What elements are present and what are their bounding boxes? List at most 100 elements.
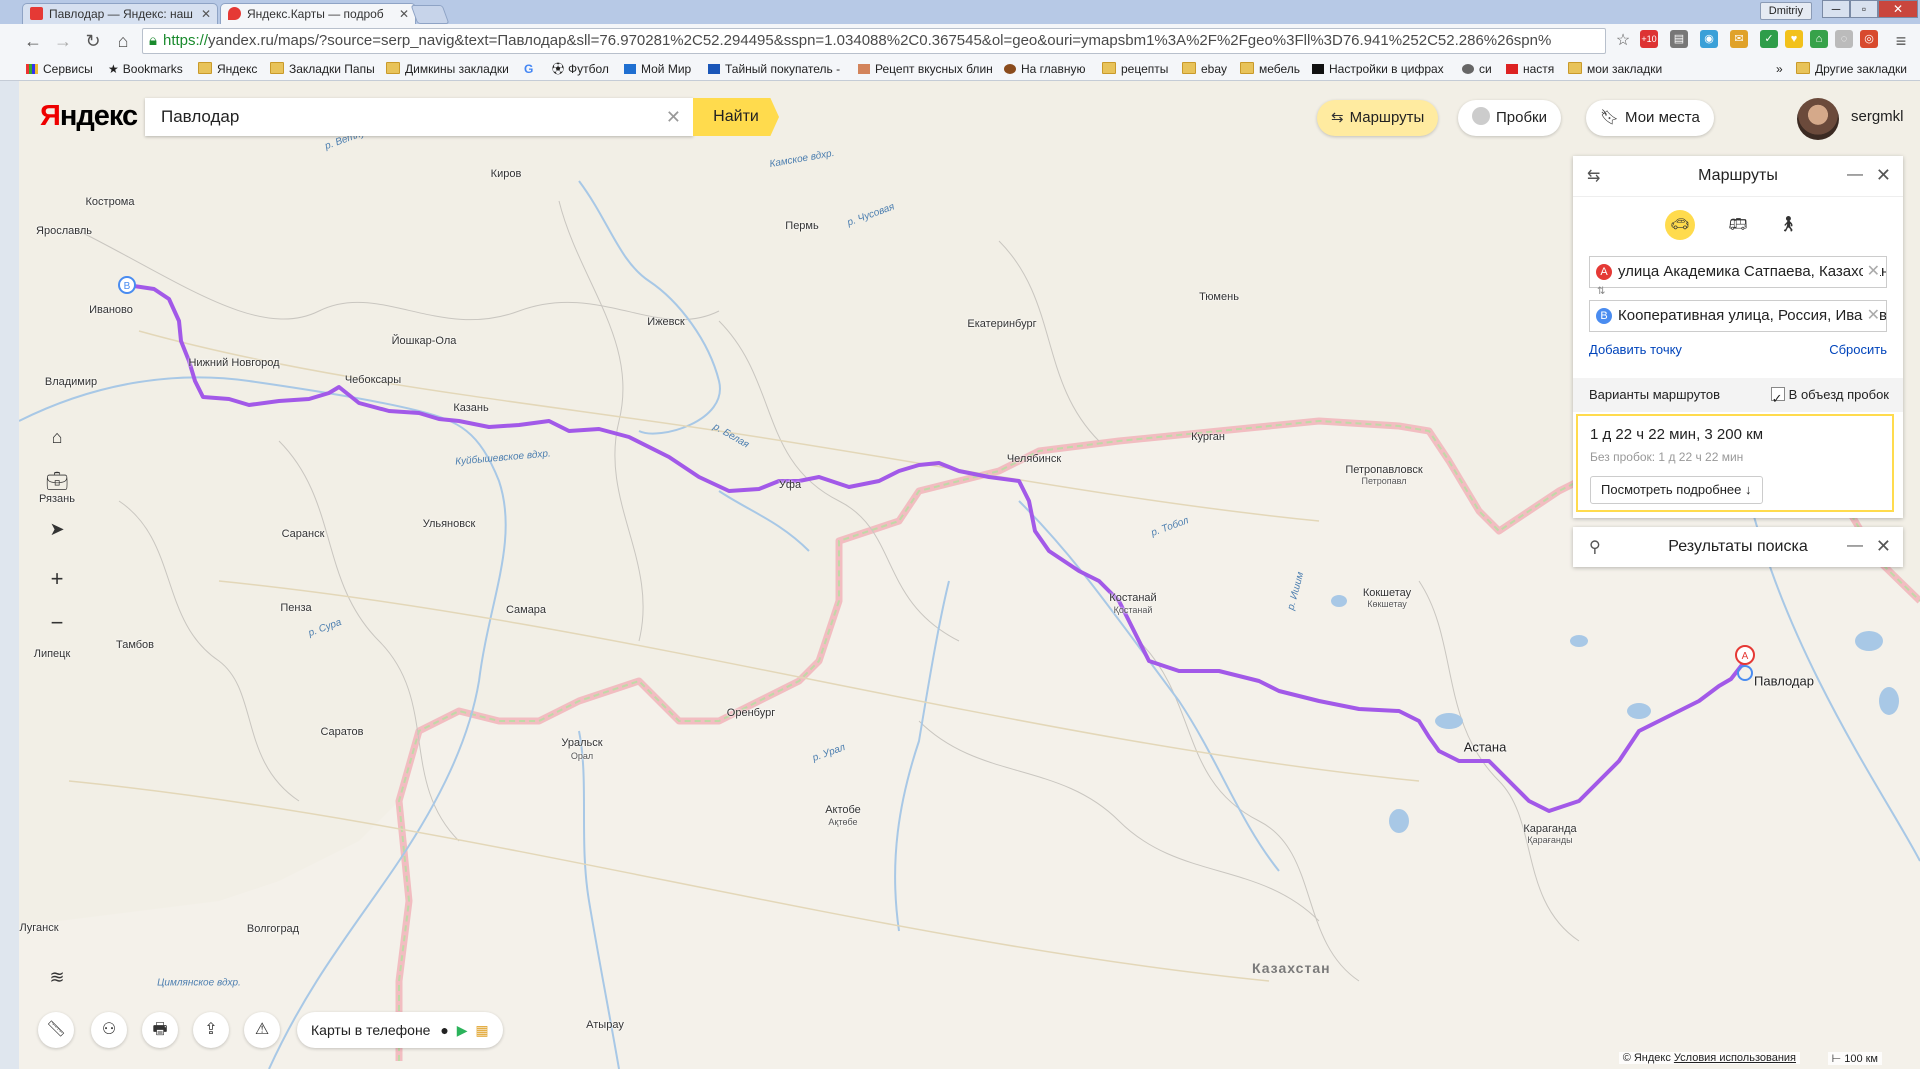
city-label: Оренбург bbox=[726, 707, 776, 719]
menu-icon[interactable]: ≡ bbox=[1890, 30, 1912, 52]
clear-icon[interactable]: ✕ bbox=[1862, 301, 1880, 331]
folder-icon bbox=[270, 62, 284, 74]
my-places-button[interactable]: 🔖︎ Мои места bbox=[1586, 100, 1714, 136]
home-icon[interactable]: ⌂ bbox=[42, 422, 72, 452]
point-a-field[interactable]: Aулица Академика Сатпаева, Казахстан ✕ bbox=[1589, 256, 1887, 288]
bookmarks-overflow-icon[interactable]: » bbox=[1776, 61, 1783, 77]
locate-me-icon[interactable]: ➤ bbox=[42, 514, 72, 544]
yandex-logo[interactable]: Яндекс bbox=[40, 100, 138, 133]
mobile-apps-button[interactable]: Карты в телефоне ● ▶ ▦ bbox=[297, 1012, 503, 1048]
warning-icon[interactable]: ⚠ bbox=[244, 1012, 280, 1048]
close-window-button[interactable]: ✕ bbox=[1878, 0, 1918, 18]
bookmark-item[interactable]: Сервисы bbox=[26, 61, 93, 77]
close-tab-icon[interactable]: ✕ bbox=[201, 4, 211, 24]
bookmark-folder[interactable]: мои закладки bbox=[1568, 61, 1662, 77]
bookmark-item[interactable]: Мой Мир bbox=[624, 61, 691, 77]
bookmark-item[interactable]: На главную bbox=[1004, 61, 1085, 77]
bookmark-folder[interactable]: Закладки Папы bbox=[270, 61, 375, 77]
find-button[interactable]: Найти bbox=[693, 98, 779, 136]
share-icon[interactable]: ⇪ bbox=[193, 1012, 229, 1048]
address-bar[interactable]: 🔒︎ https://yandex.ru/maps/?source=serp_na… bbox=[142, 28, 1606, 54]
point-a-value: улица Академика Сатпаева, Казахстан bbox=[1618, 263, 1887, 280]
bookmark-folder[interactable]: Другие закладки bbox=[1796, 61, 1907, 77]
city-label: Луганск bbox=[19, 922, 59, 934]
clear-icon[interactable]: ✕ bbox=[666, 98, 681, 136]
city-label: Пенза bbox=[280, 602, 312, 614]
username[interactable]: sergmkl bbox=[1851, 108, 1904, 125]
close-icon[interactable]: ✕ bbox=[1876, 527, 1891, 565]
layers-icon[interactable]: ≋ bbox=[42, 962, 72, 992]
search-input[interactable]: Павлодар ✕ bbox=[145, 98, 693, 136]
reload-icon[interactable]: ↻ bbox=[82, 30, 104, 52]
minimize-icon[interactable]: — bbox=[1847, 156, 1863, 194]
extension-icon[interactable]: ◎ bbox=[1860, 30, 1878, 48]
bookmark-folder[interactable]: рецепты bbox=[1102, 61, 1168, 77]
bookmark-item[interactable]: Настройки в цифрах bbox=[1312, 61, 1444, 77]
marker-b[interactable]: B bbox=[118, 276, 136, 294]
traffic-button[interactable]: Пробки bbox=[1458, 100, 1561, 136]
print-icon[interactable]: 🖶 bbox=[142, 1012, 178, 1048]
point-b-field[interactable]: B Кооперативная улица, Россия, Иваново ✕ bbox=[1589, 300, 1887, 332]
ruler-icon[interactable]: 📏︎ bbox=[38, 1012, 74, 1048]
home-icon[interactable]: ⌂ bbox=[112, 30, 134, 52]
bookmark-item[interactable]: G bbox=[524, 61, 537, 77]
details-button[interactable]: Посмотреть подробнее ↓ bbox=[1590, 476, 1763, 504]
bookmark-item[interactable]: ⚽︎ Футбол bbox=[552, 61, 609, 77]
folder-icon bbox=[1568, 62, 1582, 74]
car-icon[interactable]: 🚗︎ bbox=[1665, 210, 1695, 240]
bookmark-folder[interactable]: Яндекс bbox=[198, 61, 257, 77]
folder-icon bbox=[1182, 62, 1196, 74]
home-site-icon bbox=[1004, 64, 1016, 74]
panorama-icon[interactable]: ⚇ bbox=[91, 1012, 127, 1048]
restore-window-button[interactable]: ▫ bbox=[1850, 0, 1878, 18]
extension-icon[interactable]: ◌ bbox=[1835, 30, 1853, 48]
bookmark-item[interactable]: настя bbox=[1506, 61, 1554, 77]
bookmark-folder[interactable]: мебель bbox=[1240, 61, 1300, 77]
route-variant-card[interactable]: 1 д 22 ч 22 мин, 3 200 км Без пробок: 1 … bbox=[1576, 414, 1894, 512]
profile-chip[interactable]: Dmitriy bbox=[1759, 2, 1812, 20]
extension-icon[interactable]: ⌂ bbox=[1810, 30, 1828, 48]
zoom-in-button[interactable]: + bbox=[42, 564, 72, 594]
avoid-traffic-checkbox[interactable]: В объезд пробок bbox=[1770, 378, 1889, 416]
city-label: Иваново bbox=[89, 304, 133, 316]
extension-icon[interactable]: ♥ bbox=[1785, 30, 1803, 48]
bookmark-item[interactable]: си bbox=[1462, 61, 1492, 77]
bookmark-star-icon[interactable]: ☆ bbox=[1612, 30, 1634, 52]
back-icon[interactable]: ← bbox=[22, 30, 44, 52]
reset-link[interactable]: Сбросить bbox=[1829, 342, 1887, 357]
bookmark-folder[interactable]: Димкины закладки bbox=[386, 61, 509, 77]
clear-icon[interactable]: ✕ bbox=[1862, 257, 1880, 287]
tab-yandex-maps[interactable]: Яндекс.Карты — подроб ✕ bbox=[220, 3, 416, 24]
svg-text:B: B bbox=[124, 281, 131, 292]
add-point-link[interactable]: Добавить точку bbox=[1589, 342, 1682, 357]
shield-icon[interactable]: ✓ bbox=[1760, 30, 1778, 48]
city-label: Уральск bbox=[561, 737, 603, 749]
briefcase-icon[interactable]: 💼︎ bbox=[42, 466, 72, 496]
avatar[interactable] bbox=[1797, 98, 1839, 140]
close-tab-icon[interactable]: ✕ bbox=[399, 4, 409, 24]
extension-icon[interactable]: ▤ bbox=[1670, 30, 1688, 48]
extension-icon[interactable]: ✉ bbox=[1730, 30, 1748, 48]
bookmark-item[interactable]: Тайный покупатель - bbox=[708, 61, 840, 77]
zoom-out-button[interactable]: − bbox=[42, 608, 72, 638]
extension-badge[interactable]: +10 bbox=[1640, 30, 1658, 48]
minimize-icon[interactable]: — bbox=[1847, 527, 1863, 565]
swap-icon[interactable]: ⇅ bbox=[1597, 286, 1605, 297]
routes-button[interactable]: ⇆ Маршруты bbox=[1317, 100, 1439, 136]
bus-icon[interactable]: 🚌︎ bbox=[1723, 210, 1753, 240]
close-icon[interactable]: ✕ bbox=[1876, 156, 1891, 194]
route-variants-bar: Варианты маршрутов В объезд пробок bbox=[1573, 378, 1903, 416]
tab-pavlodar-search[interactable]: Павлодар — Яндекс: наш ✕ bbox=[22, 3, 218, 24]
city-label: Ярославль bbox=[36, 225, 92, 237]
bookmark-item[interactable]: Рецепт вкусных блин bbox=[858, 61, 993, 77]
new-tab-button[interactable] bbox=[410, 5, 450, 24]
forward-icon[interactable]: → bbox=[52, 30, 74, 52]
bookmark-item[interactable]: ★ Bookmarks bbox=[108, 61, 183, 77]
walk-icon[interactable]: 🚶︎ bbox=[1773, 210, 1803, 240]
minimize-window-button[interactable]: ─ bbox=[1822, 0, 1850, 18]
terms-link[interactable]: Условия использования bbox=[1674, 1052, 1796, 1064]
city-label: Караганда bbox=[1523, 823, 1577, 835]
bookmark-folder[interactable]: ebay bbox=[1182, 61, 1227, 77]
extension-icon[interactable]: ◉ bbox=[1700, 30, 1718, 48]
tab-title: Яндекс.Карты — подроб bbox=[247, 7, 384, 21]
